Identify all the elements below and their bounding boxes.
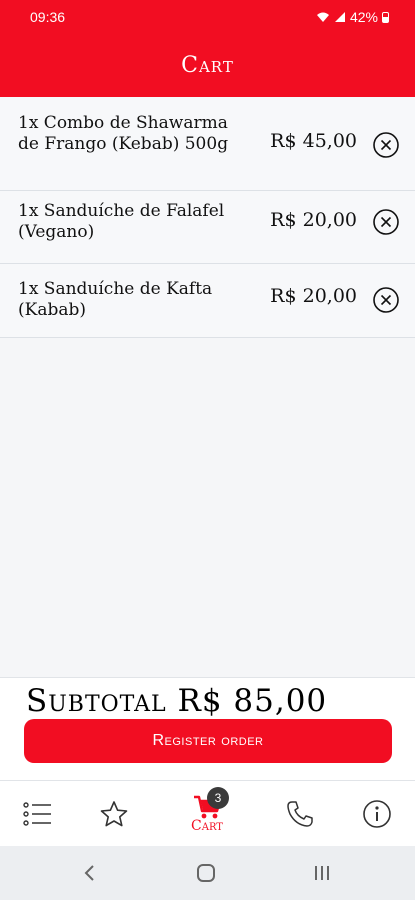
remove-item-icon[interactable] [372,286,400,314]
status-indicators: 42% [316,9,389,25]
cart-item-name: 1x Sanduíche de Kafta (Kabab) [18,279,213,320]
phone-icon [287,801,313,827]
cart-count-badge: 3 [207,787,229,809]
tab-cart[interactable]: Cart 3 [177,781,237,847]
home-icon [197,864,215,882]
nav-home-button[interactable] [186,858,226,888]
cart-item-name: 1x Combo de Shawarma de Frango (Kebab) 5… [18,113,229,154]
wifi-icon [316,12,329,22]
cart-item: 1x Combo de Shawarma de Frango (Kebab) 5… [0,97,415,191]
cart-item: 1x Sanduíche de Falafel (Vegano) R$ 20,0… [0,191,415,264]
cart-item: 1x Sanduíche de Kafta (Kabab) R$ 20,00 [0,264,415,338]
nav-recents-button[interactable] [302,858,342,888]
tab-cart-label: Cart [191,818,223,834]
status-bar: 09:36 42% [0,0,415,34]
remove-item-icon[interactable] [372,208,400,236]
signal-icon [334,12,345,22]
app-header: Cart [0,34,415,97]
cart-item-price: R$ 45,00 [270,130,357,152]
tab-favorites[interactable] [84,781,144,847]
tab-menu[interactable] [8,781,68,847]
bottom-tab-bar: Cart 3 [0,780,415,846]
cart-item-name: 1x Sanduíche de Falafel (Vegano) [18,201,225,242]
page-title: Cart [181,53,234,78]
star-icon [100,801,128,827]
battery-icon [382,11,389,23]
nav-back-button[interactable] [70,858,110,888]
remove-item-icon[interactable] [372,131,400,159]
cart-list: 1x Combo de Shawarma de Frango (Kebab) 5… [0,97,415,338]
status-time: 09:36 [30,9,66,25]
system-nav-bar [0,846,415,900]
recents-icon [315,866,329,880]
info-icon [363,800,391,828]
tab-contact[interactable] [270,781,330,847]
register-order-button[interactable]: Register order [24,719,392,763]
chevron-left-icon [84,865,94,881]
checkout-panel: Subtotal R$ 85,00 Register order [0,677,415,780]
tab-info[interactable] [347,781,407,847]
cart-item-price: R$ 20,00 [270,209,357,231]
cart-item-price: R$ 20,00 [270,285,357,307]
subtotal-text: Subtotal R$ 85,00 [26,683,328,719]
list-icon [23,802,51,826]
battery-percent: 42% [349,9,378,25]
